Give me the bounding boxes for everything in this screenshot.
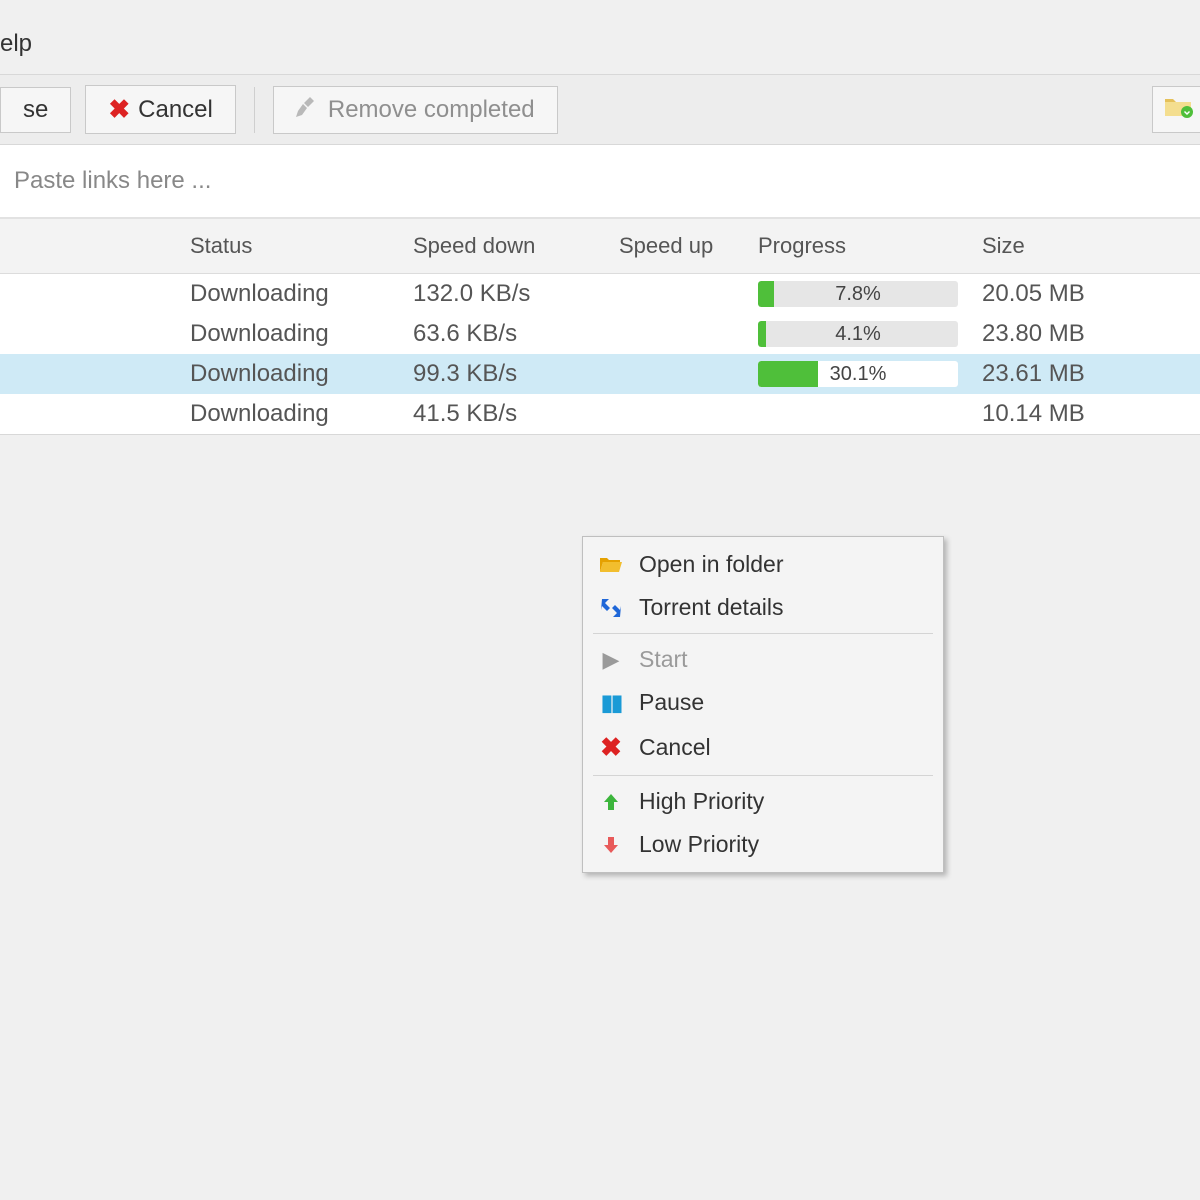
progress-bar: 7.8%	[758, 281, 958, 307]
cell-size: 20.05 MB	[982, 280, 1182, 308]
cancel-icon: ✖	[108, 94, 130, 125]
downloads-table: Status Speed down Speed up Progress Size…	[0, 218, 1200, 435]
cell-size: 23.80 MB	[982, 320, 1182, 348]
cell-progress: 30.1%	[758, 361, 982, 387]
cell-speed-down: 99.3 KB/s	[413, 360, 619, 388]
remove-completed-button[interactable]: Remove completed	[273, 86, 558, 134]
folder-open-icon	[597, 556, 625, 574]
expand-icon	[597, 598, 625, 618]
context-menu: Open in folder Torrent details ▶ Start ▮…	[582, 536, 944, 873]
menu-help[interactable]: elp	[0, 30, 32, 58]
menu-pause[interactable]: ▮▮ Pause	[587, 681, 939, 724]
menu-separator	[593, 775, 933, 776]
menu-separator	[593, 633, 933, 634]
cell-status: Downloading	[190, 320, 413, 348]
col-speed-up[interactable]: Speed up	[619, 219, 758, 273]
col-size[interactable]: Size	[982, 219, 1182, 273]
col-status[interactable]: Status	[190, 219, 413, 273]
cell-status: Downloading	[190, 360, 413, 388]
paste-links-input[interactable]: Paste links here ...	[0, 145, 1200, 218]
play-icon: ▶	[597, 647, 625, 673]
pause-button[interactable]: se	[0, 87, 71, 133]
menu-low-priority[interactable]: Low Priority	[587, 823, 939, 866]
table-row[interactable]: Downloading63.6 KB/s 4.1% 23.80 MB	[0, 314, 1200, 354]
menu-cancel[interactable]: ✖ Cancel	[587, 724, 939, 771]
arrow-down-icon	[597, 835, 625, 855]
table-row[interactable]: Downloading99.3 KB/s 30.1% 23.61 MB	[0, 354, 1200, 394]
pause-icon: ▮▮	[597, 690, 625, 716]
cancel-button[interactable]: ✖ Cancel	[85, 85, 236, 134]
menu-high-priority[interactable]: High Priority	[587, 780, 939, 823]
menubar: elp	[0, 0, 1200, 74]
cell-status: Downloading	[190, 280, 413, 308]
folder-download-icon	[1163, 93, 1193, 126]
broom-icon	[296, 95, 320, 125]
table-header: Status Speed down Speed up Progress Size	[0, 218, 1200, 274]
arrow-up-icon	[597, 792, 625, 812]
open-folder-button[interactable]	[1152, 86, 1200, 133]
col-progress[interactable]: Progress	[758, 219, 982, 273]
cancel-icon: ✖	[597, 732, 625, 763]
menu-open-in-folder[interactable]: Open in folder	[587, 543, 939, 586]
table-row[interactable]: Downloading41.5 KB/s 10.14 MB	[0, 394, 1200, 434]
cell-speed-down: 41.5 KB/s	[413, 400, 619, 428]
cell-speed-down: 132.0 KB/s	[413, 280, 619, 308]
table-row[interactable]: Downloading132.0 KB/s 7.8% 20.05 MB	[0, 274, 1200, 314]
col-speed-down[interactable]: Speed down	[413, 219, 619, 273]
cell-size: 10.14 MB	[982, 400, 1182, 428]
cell-status: Downloading	[190, 400, 413, 428]
cell-speed-down: 63.6 KB/s	[413, 320, 619, 348]
cell-progress: 4.1%	[758, 321, 982, 347]
cell-size: 23.61 MB	[982, 360, 1182, 388]
toolbar: se ✖ Cancel Remove completed	[0, 74, 1200, 145]
progress-bar: 4.1%	[758, 321, 958, 347]
menu-torrent-details[interactable]: Torrent details	[587, 586, 939, 629]
cell-progress: 7.8%	[758, 281, 982, 307]
toolbar-separator	[254, 87, 255, 133]
progress-bar: 30.1%	[758, 361, 958, 387]
menu-start: ▶ Start	[587, 638, 939, 681]
